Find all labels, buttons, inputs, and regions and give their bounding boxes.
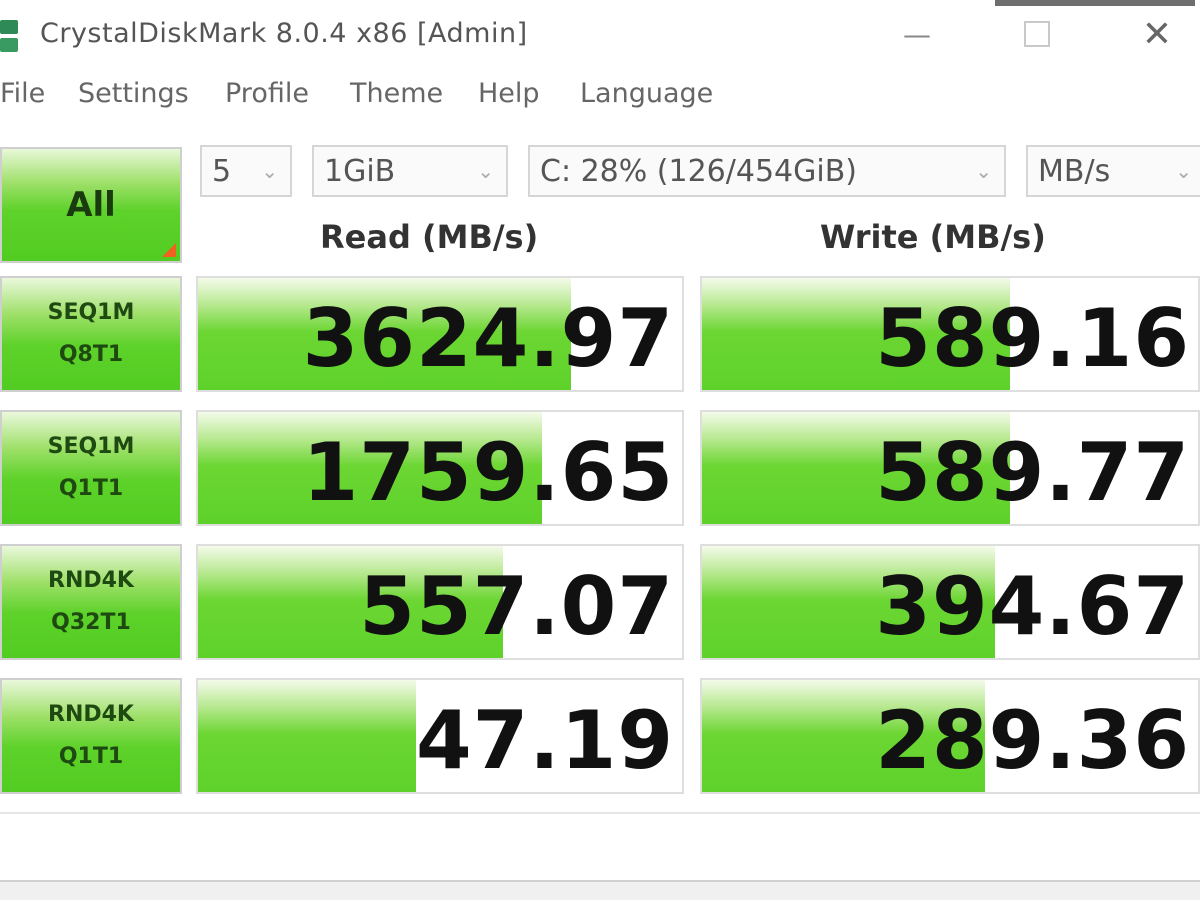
chevron-down-icon: ⌄ [477,159,494,183]
test-button-rnd4k-q32t1[interactable]: RND4K Q32T1 [0,544,182,660]
write-result-value: 589.16 [875,292,1190,385]
top-edge-strip [995,0,1195,6]
read-column-header: Read (MB/s) [320,218,539,256]
test-label-line1: RND4K [48,568,134,594]
write-result-cell: 589.77 [700,410,1200,526]
menu-settings[interactable]: Settings [78,78,189,109]
maximize-icon [1024,21,1050,47]
corner-triangle-icon [162,243,176,257]
test-size-select[interactable]: 1GiB ⌄ [312,145,508,197]
minimize-button[interactable]: — [882,8,952,60]
all-button-label: All [66,185,116,225]
read-result-value: 1759.65 [302,426,674,519]
minimize-icon: — [903,17,931,51]
test-label-line2: Q32T1 [51,610,131,635]
chevron-down-icon: ⌄ [1175,159,1192,183]
menu-theme[interactable]: Theme [350,78,443,109]
test-label-line1: SEQ1M [47,434,135,460]
test-count-select[interactable]: 5 ⌄ [200,145,292,197]
close-icon: ✕ [1141,13,1173,55]
read-result-cell: 47.19 [196,678,684,794]
test-button-seq1m-q1t1[interactable]: SEQ1M Q1T1 [0,410,182,526]
title-bar: CrystalDiskMark 8.0.4 x86 [Admin] — ✕ [0,0,1200,68]
unit-value: MB/s [1038,153,1111,189]
write-column-header: Write (MB/s) [820,218,1046,256]
menu-profile[interactable]: Profile [225,78,309,109]
app-disk-icon [0,20,22,54]
window-title: CrystalDiskMark 8.0.4 x86 [Admin] [40,18,528,49]
test-button-seq1m-q8t1[interactable]: SEQ1M Q8T1 [0,276,182,392]
read-result-bar [198,680,416,792]
read-result-cell: 557.07 [196,544,684,660]
test-label-line2: Q8T1 [58,342,124,367]
read-result-value: 47.19 [415,694,674,787]
read-result-cell: 3624.97 [196,276,684,392]
write-result-value: 394.67 [875,560,1190,653]
close-button[interactable]: ✕ [1122,8,1192,60]
menu-file[interactable]: File [0,78,45,109]
menu-bar: File Settings Profile Theme Help Languag… [0,68,1200,120]
read-result-cell: 1759.65 [196,410,684,526]
drive-select[interactable]: C: 28% (126/454GiB) ⌄ [528,145,1006,197]
write-result-value: 589.77 [875,426,1190,519]
unit-select[interactable]: MB/s ⌄ [1026,145,1200,197]
maximize-button[interactable] [1002,8,1072,60]
test-size-value: 1GiB [324,153,396,189]
test-label-line1: SEQ1M [47,300,135,326]
comment-input[interactable] [0,812,1200,872]
chevron-down-icon: ⌄ [975,159,992,183]
all-button[interactable]: All [0,147,182,263]
test-label-line2: Q1T1 [58,476,124,501]
write-result-cell: 589.16 [700,276,1200,392]
menu-language[interactable]: Language [580,78,713,109]
chevron-down-icon: ⌄ [261,159,278,183]
test-label-line1: RND4K [48,702,134,728]
write-result-value: 289.36 [875,694,1190,787]
menu-help[interactable]: Help [478,78,540,109]
drive-value: C: 28% (126/454GiB) [540,153,858,189]
write-result-cell: 394.67 [700,544,1200,660]
write-result-cell: 289.36 [700,678,1200,794]
read-result-value: 3624.97 [302,292,674,385]
read-result-value: 557.07 [359,560,674,653]
status-bar [0,880,1200,900]
test-button-rnd4k-q1t1[interactable]: RND4K Q1T1 [0,678,182,794]
test-count-value: 5 [212,153,232,189]
test-label-line2: Q1T1 [58,744,124,769]
